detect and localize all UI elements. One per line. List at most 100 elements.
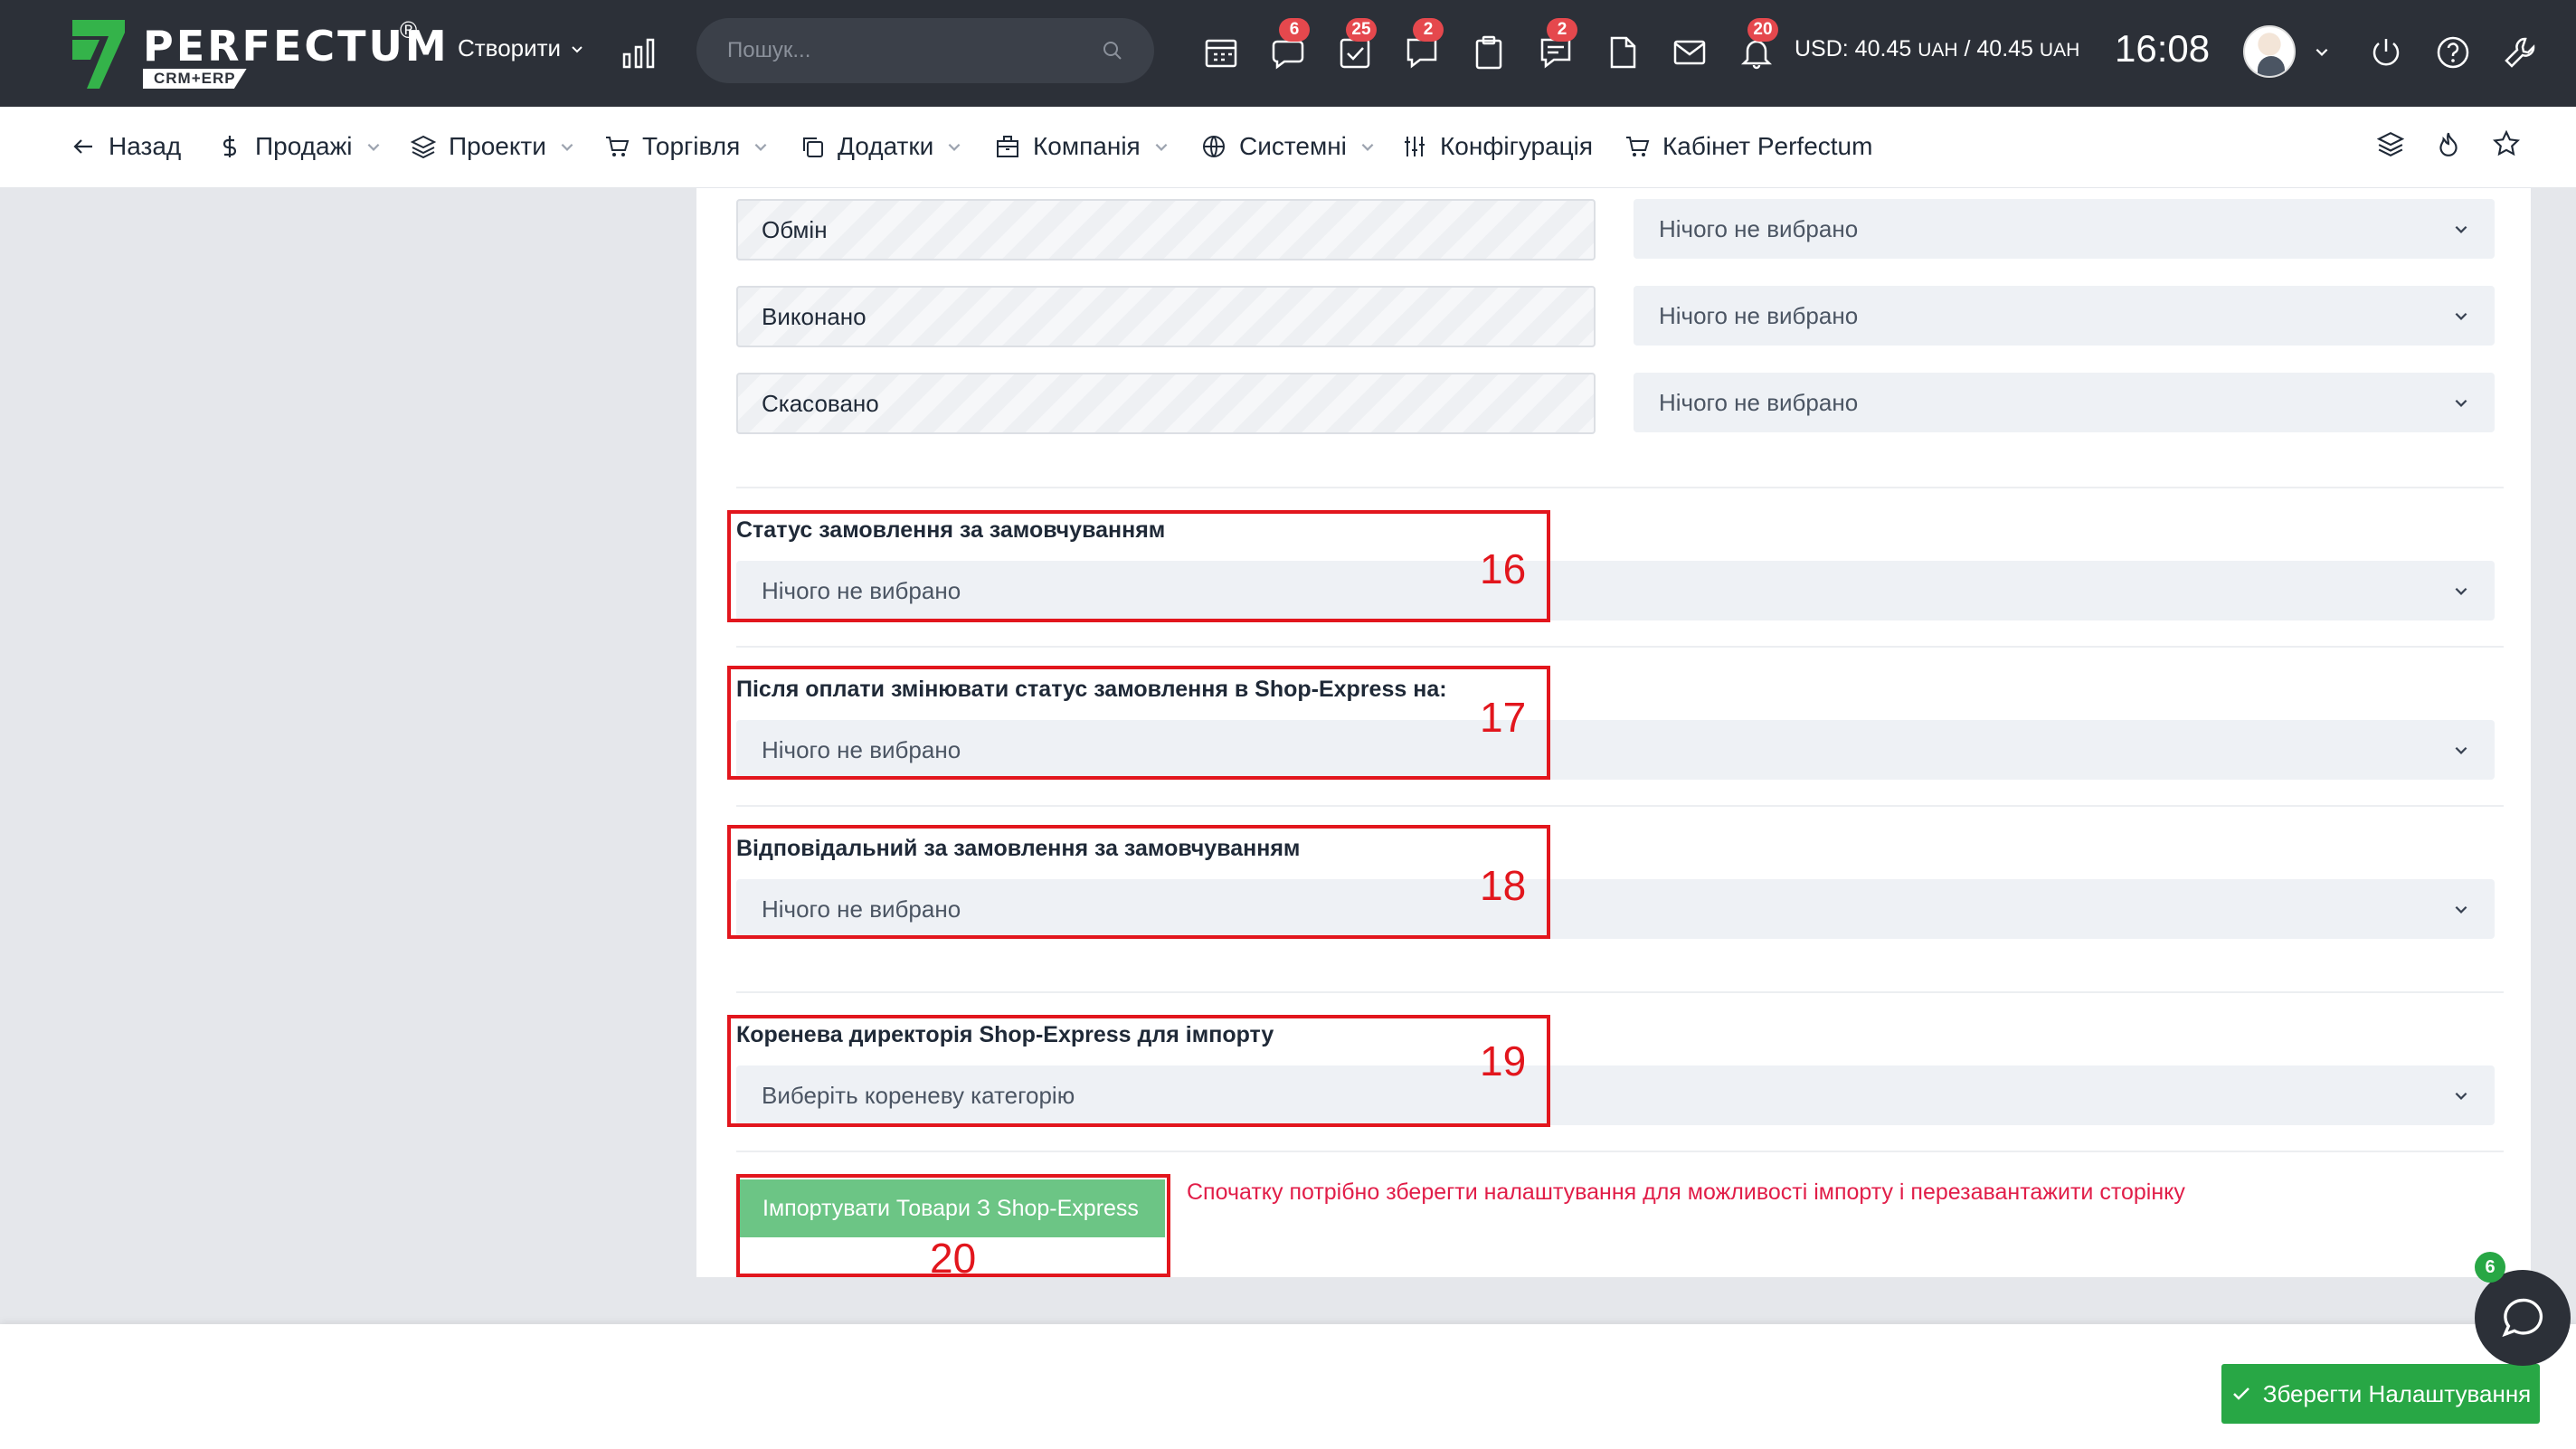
status-select[interactable]: Нічого не вибрано	[1634, 199, 2495, 259]
nav-sales-label: Продажі	[255, 132, 353, 160]
import-warning: Спочатку потрібно зберегти налаштування …	[1187, 1179, 2185, 1205]
perfectum-logo[interactable]: PERFECTUM ® CRM+ERP	[72, 16, 447, 92]
messages-icon[interactable]: 6	[1270, 18, 1310, 72]
mail-icon[interactable]	[1672, 34, 1709, 72]
status-select-value: Нічого не вибрано	[1659, 214, 1859, 242]
messages-badge: 6	[1279, 18, 1310, 42]
annotation-number: 18	[1480, 862, 1527, 909]
nav-addons[interactable]: Додатки	[800, 132, 962, 161]
sliders-icon	[1405, 137, 1425, 156]
nav-cabinet[interactable]: Кабінет Perfectum	[1624, 132, 1872, 161]
rate-unit-2: UAH	[2039, 40, 2080, 61]
rate-value: USD: 40.45	[1795, 36, 1912, 62]
create-dropdown[interactable]: Створити	[458, 34, 584, 62]
chevron-down-icon	[2455, 399, 2467, 407]
notifications-bell-icon[interactable]: 20	[1738, 18, 1778, 72]
cart-icon	[606, 137, 630, 156]
clock: 16:08	[2115, 27, 2211, 70]
arrow-left-icon	[73, 139, 92, 154]
globe-icon	[1203, 136, 1225, 157]
create-label: Створити	[458, 34, 562, 62]
nav-trade-label: Торгівля	[642, 132, 741, 160]
layers-icon[interactable]	[2377, 130, 2404, 157]
nav-sales[interactable]: Продажі	[217, 132, 382, 161]
chevron-down-icon	[2455, 1092, 2467, 1100]
save-settings-label: Зберегти Налаштування	[2262, 1379, 2532, 1407]
chevron-down-icon	[2455, 312, 2467, 320]
chevron-down-icon	[2455, 905, 2467, 914]
notes-badge: 2	[1547, 18, 1577, 42]
chat-icon[interactable]: 2	[1404, 18, 1444, 72]
status-select[interactable]: Нічого не вибрано	[1634, 286, 2495, 346]
nav-config[interactable]: Конфігурація	[1402, 132, 1593, 161]
main-navigation: Назад Продажі Проекти Торгівля Додатки К…	[0, 107, 2576, 188]
nav-company-label: Компанія	[1033, 132, 1141, 160]
nav-config-label: Конфігурація	[1440, 132, 1594, 160]
annotation-box	[727, 510, 1550, 622]
nav-trade[interactable]: Торгівля	[604, 132, 769, 161]
cart-icon	[1626, 137, 1650, 156]
divider	[736, 646, 2504, 648]
check-icon	[2232, 1387, 2249, 1400]
copy-icon	[803, 137, 823, 157]
nav-company[interactable]: Компанія	[995, 132, 1170, 161]
chevron-down-icon	[1361, 143, 1374, 151]
status-select[interactable]: Нічого не вибрано	[1634, 373, 2495, 432]
chat-widget-button[interactable]	[2475, 1270, 2571, 1366]
divider	[736, 1151, 2504, 1152]
chevron-down-icon	[367, 143, 379, 151]
annotation-number: 20	[930, 1235, 977, 1282]
save-settings-button[interactable]: Зберегти Налаштування	[2221, 1364, 2540, 1424]
chevron-down-icon	[561, 143, 573, 151]
help-icon[interactable]	[2435, 34, 2471, 71]
notes-icon[interactable]: 2	[1538, 18, 1577, 72]
search-box[interactable]: Пошук...	[696, 18, 1154, 83]
tasks-icon[interactable]: 25	[1337, 18, 1377, 72]
divider	[736, 805, 2504, 807]
calendar-icon[interactable]	[1203, 34, 1241, 72]
wrench-icon[interactable]	[2502, 34, 2538, 71]
nav-system[interactable]: Системні	[1201, 132, 1376, 161]
nav-addons-label: Додатки	[838, 132, 934, 160]
building-icon	[997, 136, 1018, 157]
rate-unit: UAH	[1918, 40, 1958, 61]
annotation-box	[727, 1015, 1550, 1127]
annotation-number: 16	[1480, 545, 1527, 592]
registered-mark: ®	[400, 16, 418, 43]
brand-subtitle: CRM+ERP	[143, 69, 247, 89]
annotation-box	[727, 825, 1550, 939]
chat-badge: 2	[1413, 18, 1444, 42]
chevron-down-icon[interactable]	[2314, 43, 2330, 60]
chat-widget-badge: 6	[2475, 1252, 2505, 1283]
nav-back-label: Назад	[109, 132, 182, 160]
reports-chart-icon[interactable]	[620, 34, 657, 75]
tasks-badge: 25	[1346, 18, 1377, 42]
nav-cabinet-label: Кабінет Perfectum	[1662, 132, 1873, 160]
notifications-badge: 20	[1747, 18, 1778, 42]
chevron-down-icon	[754, 143, 767, 151]
chevron-down-icon	[572, 45, 582, 52]
star-icon[interactable]	[2493, 130, 2520, 157]
search-input[interactable]: Пошук...	[727, 38, 1102, 63]
chevron-down-icon	[1155, 143, 1168, 151]
bottom-action-bar	[0, 1324, 2576, 1449]
status-select-value: Нічого не вибрано	[1659, 388, 1859, 416]
settings-panel: Обмін Нічого не вибрано Виконано Нічого …	[696, 188, 2531, 1282]
chevron-down-icon	[2455, 587, 2467, 595]
flame-icon[interactable]	[2435, 130, 2462, 157]
divider	[736, 487, 2504, 488]
chat-bubble-icon	[2502, 1298, 2543, 1338]
nav-projects-label: Проекти	[449, 132, 546, 160]
nav-back[interactable]: Назад	[71, 132, 181, 161]
nav-projects[interactable]: Проекти	[411, 132, 575, 161]
chevron-down-icon	[2455, 225, 2467, 233]
clipboard-icon[interactable]	[1471, 34, 1509, 72]
power-icon[interactable]	[2368, 34, 2404, 71]
dollar-icon	[223, 136, 237, 157]
search-icon	[1103, 42, 1122, 60]
file-icon[interactable]	[1605, 34, 1643, 72]
avatar[interactable]	[2243, 25, 2296, 78]
status-name-field: Обмін	[736, 199, 1596, 260]
layers-icon	[411, 135, 436, 159]
divider	[736, 991, 2504, 993]
